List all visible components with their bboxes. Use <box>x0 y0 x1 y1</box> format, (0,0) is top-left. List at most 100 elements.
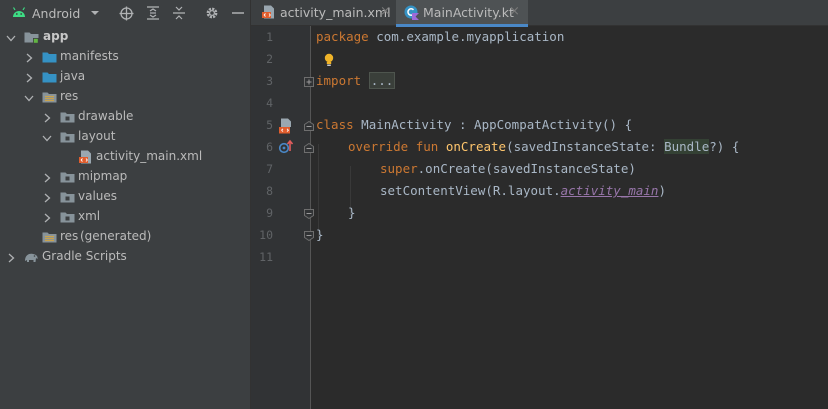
project-toolbar: Android <box>0 0 251 26</box>
close-icon[interactable]: × <box>380 4 391 19</box>
keyword: override fun <box>348 139 439 154</box>
module-folder-icon <box>24 30 39 44</box>
chevron-right-icon[interactable] <box>24 52 34 63</box>
tab-label: MainActivity.kt <box>423 5 514 20</box>
chevron-right-icon[interactable] <box>24 72 34 83</box>
code-text: } <box>348 205 356 220</box>
folded-imports[interactable]: ... <box>368 72 396 89</box>
code-area[interactable]: package com.example.myapplication import… <box>316 26 828 409</box>
resource-reference[interactable]: activity_main <box>561 183 659 198</box>
kotlin-class-icon <box>404 5 419 23</box>
chevron-down-icon[interactable] <box>42 132 52 142</box>
tree-item-values[interactable]: values <box>0 187 250 207</box>
tree-item-suffix: (generated) <box>80 229 152 243</box>
close-icon[interactable]: × <box>509 4 520 19</box>
keyword: class <box>316 117 354 132</box>
tree-item-java[interactable]: java <box>0 67 250 87</box>
code-line-10: } <box>348 202 356 224</box>
line-number: 4 <box>266 96 273 110</box>
tree-item-label: activity_main.xml <box>96 149 203 163</box>
tree-item-label: java <box>60 69 86 83</box>
chevron-right-icon[interactable] <box>42 212 52 223</box>
fold-end-marker-icon[interactable] <box>304 230 314 242</box>
tree-item-gradle-scripts[interactable]: Gradle Scripts <box>0 247 250 267</box>
expand-all-icon[interactable] <box>144 4 162 22</box>
tree-item-label: layout <box>78 129 116 143</box>
code-line-3: import ... <box>316 70 396 92</box>
line-number: 3 <box>266 74 273 88</box>
tree-item-manifests[interactable]: manifests <box>0 47 250 67</box>
android-icon <box>12 6 26 21</box>
package-folder-icon <box>60 190 75 204</box>
resource-folder-icon <box>42 90 57 104</box>
code-line-6: class MainActivity : AppCompatActivity()… <box>316 114 632 136</box>
keyword: import <box>316 73 362 88</box>
related-layout-file-icon[interactable] <box>278 118 294 134</box>
line-number: 5 <box>266 118 273 132</box>
gradle-elephant-icon <box>24 250 39 264</box>
type-name: Bundle <box>664 139 710 154</box>
tree-item-app[interactable]: app <box>0 27 250 47</box>
tree-item-layout[interactable]: layout <box>0 127 250 147</box>
folder-icon <box>42 50 57 64</box>
line-number: 9 <box>266 206 273 220</box>
tab-label: activity_main.xml <box>280 5 391 20</box>
collapse-all-icon[interactable] <box>170 4 188 22</box>
line-number: 7 <box>266 162 273 176</box>
chevron-down-icon[interactable] <box>6 32 16 42</box>
editor-gutter: 1 2 3 4 5 6 7 8 9 10 11 <box>251 26 314 409</box>
fold-marker-icon[interactable] <box>304 142 314 153</box>
tree-item-label: res <box>60 89 79 103</box>
code-text: MainActivity : AppCompatActivity() { <box>353 117 633 132</box>
tree-item-drawable[interactable]: drawable <box>0 107 250 127</box>
xml-layout-file-icon <box>261 5 276 22</box>
code-text: setContentView(R.layout. <box>380 183 561 198</box>
lightbulb-icon[interactable] <box>323 53 335 70</box>
tree-item-xml[interactable]: xml <box>0 207 250 227</box>
function-name: onCreate <box>445 139 507 154</box>
code-line-7: override fun onCreate(savedInstanceState… <box>348 136 739 158</box>
line-number: 10 <box>259 228 273 242</box>
folder-icon <box>42 70 57 84</box>
tree-item-res[interactable]: res <box>0 87 250 107</box>
tree-item-res-generated[interactable]: res (generated) <box>0 227 250 247</box>
fold-marker-icon[interactable] <box>304 76 314 87</box>
line-number: 11 <box>259 250 273 264</box>
tree-item-mipmap[interactable]: mipmap <box>0 167 250 187</box>
code-editor: activity_main.xml × MainActivity.kt × 1 … <box>251 0 828 409</box>
code-text: } <box>316 227 324 242</box>
minimize-icon[interactable] <box>229 4 247 22</box>
chevron-right-icon[interactable] <box>42 172 52 183</box>
editor-tab-bar: activity_main.xml × MainActivity.kt × <box>251 0 828 27</box>
code-text: ?) { <box>709 139 740 154</box>
project-view-label: Android <box>32 5 81 21</box>
tree-item-label: xml <box>78 209 101 223</box>
code-text: (savedInstanceState: <box>506 139 665 154</box>
package-folder-icon <box>60 210 75 224</box>
project-panel: Android app manifests java res drawable … <box>0 0 251 409</box>
resource-folder-icon <box>42 230 57 244</box>
fold-marker-icon[interactable] <box>304 120 314 131</box>
tree-item-label: Gradle Scripts <box>42 249 127 263</box>
tree-item-activity-main-xml[interactable]: activity_main.xml <box>0 147 250 167</box>
chevron-right-icon[interactable] <box>42 192 52 203</box>
fold-end-marker-icon[interactable] <box>304 208 314 220</box>
crosshair-select-opened-file-icon[interactable] <box>117 4 135 22</box>
tree-item-label: mipmap <box>78 169 128 183</box>
project-view-selector[interactable]: Android <box>12 4 99 22</box>
tree-item-label: drawable <box>78 109 134 123</box>
code-text: .onCreate(savedInstanceState) <box>417 161 636 176</box>
chevron-down-icon <box>90 7 100 21</box>
chevron-down-icon[interactable] <box>24 92 34 102</box>
xml-layout-file-icon <box>78 150 93 164</box>
gear-icon[interactable] <box>203 4 221 22</box>
chevron-right-icon[interactable] <box>6 252 16 263</box>
chevron-right-icon[interactable] <box>42 112 52 123</box>
package-folder-icon <box>60 110 75 124</box>
tab-activity-main-xml[interactable]: activity_main.xml × <box>251 0 395 26</box>
tab-mainactivity-kt[interactable]: MainActivity.kt × <box>396 0 528 27</box>
package-folder-icon <box>60 170 75 184</box>
line-number: 6 <box>266 140 273 154</box>
code-line-8: super.onCreate(savedInstanceState) <box>380 158 636 180</box>
override-method-icon[interactable] <box>278 139 294 155</box>
